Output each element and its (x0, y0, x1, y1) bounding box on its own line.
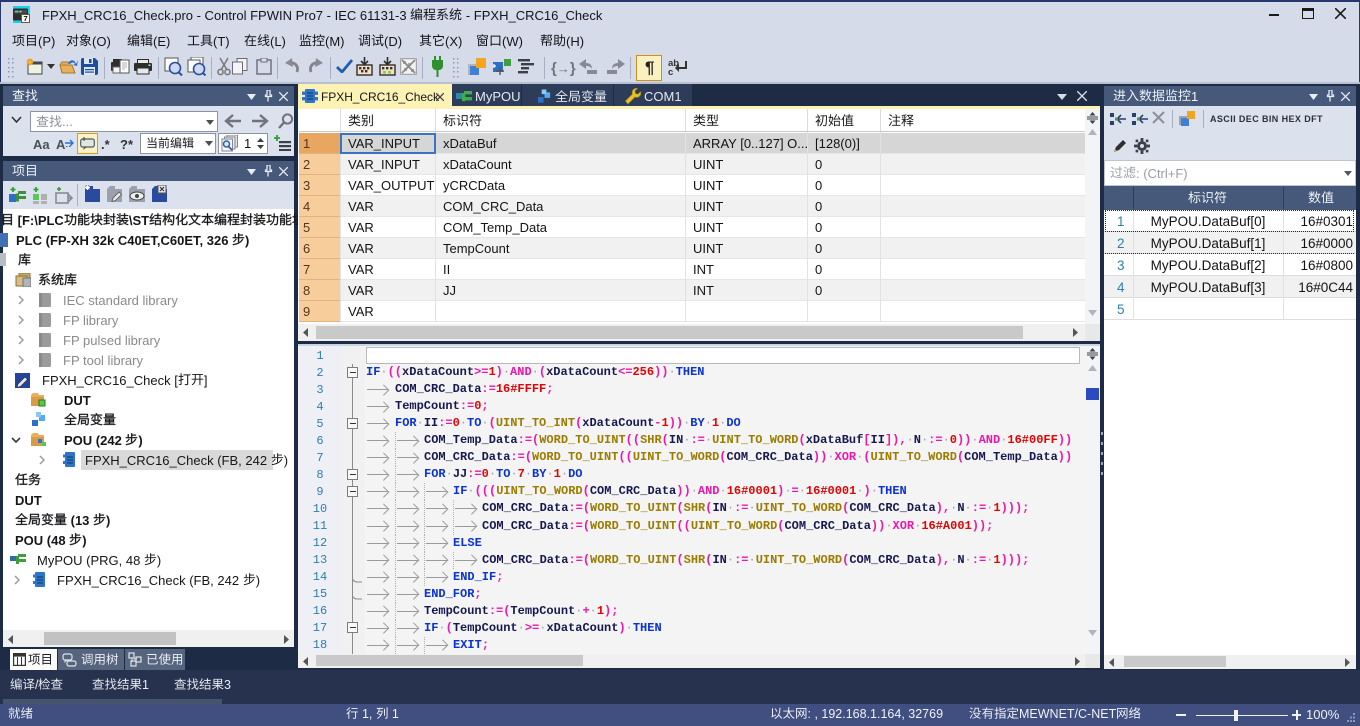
svg-text:7: 7 (24, 14, 28, 23)
svg-text:c: c (668, 67, 673, 76)
